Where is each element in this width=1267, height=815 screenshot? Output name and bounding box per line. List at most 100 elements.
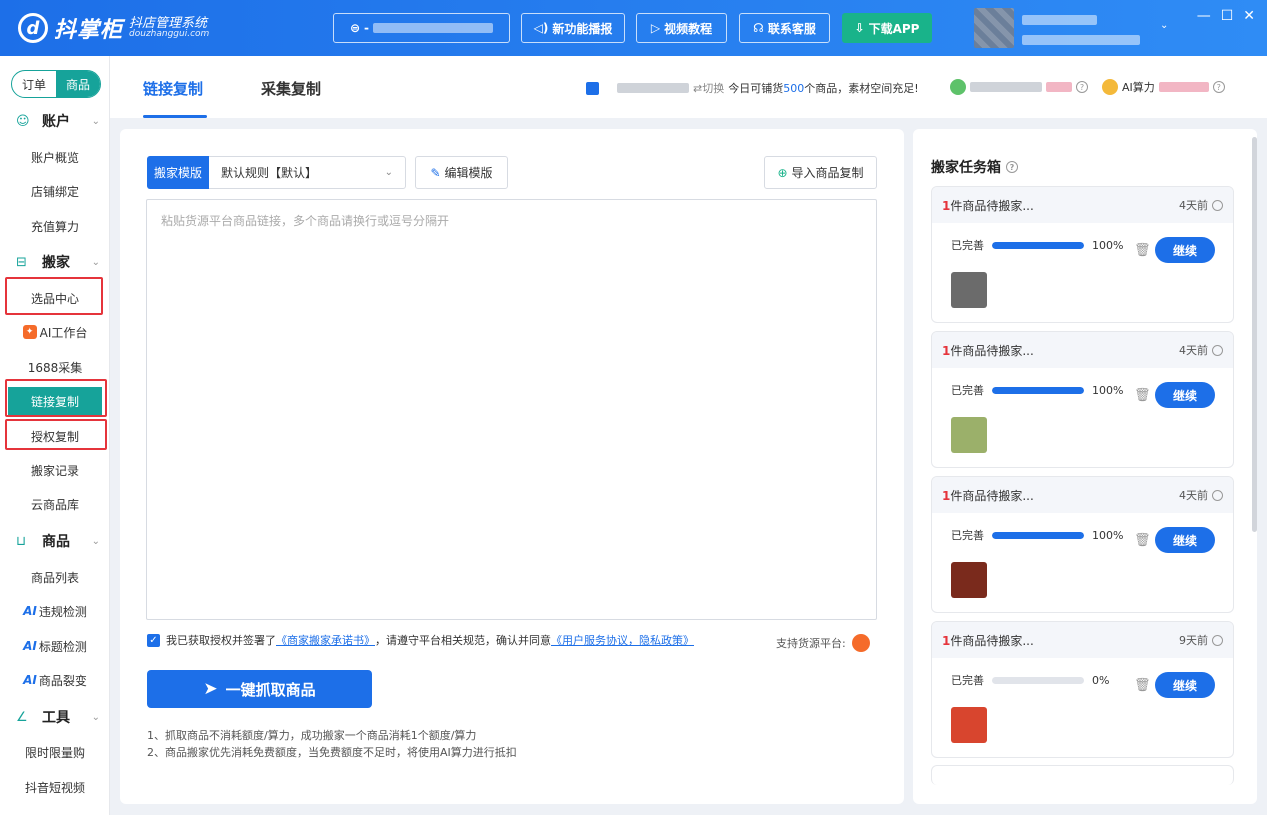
help-icon[interactable]: ? [1212, 81, 1225, 93]
sidebar-item-douyin-video[interactable]: 抖音短视频 [8, 773, 102, 801]
progress-bar [992, 241, 1084, 249]
merchant-promise-link[interactable]: 《商家搬家承诺书》 [276, 632, 375, 648]
product-links-input[interactable] [146, 199, 877, 620]
continue-button[interactable]: 继续 [1155, 672, 1215, 698]
sidebar-group-account[interactable]: ☺ 账户 ⌄ [0, 106, 110, 136]
shop-selector-button[interactable]: ⊜ - [333, 13, 510, 43]
chart-line-icon: ∠ [16, 709, 28, 725]
task-time-text: 9天前 [1179, 634, 1208, 647]
agreement-row: ✓ 我已获取授权并签署了 《商家搬家承诺书》 ，请遵守平台相关规范，确认并同意 … [147, 632, 694, 648]
sidebar-item-flash-sale[interactable]: 限时限量购 [8, 738, 102, 766]
order-product-switch: 订单 商品 [11, 70, 101, 98]
task-list-scrollbar[interactable] [1252, 137, 1257, 532]
task-text: 件商品待搬家... [950, 488, 1034, 503]
progress-fill [992, 241, 1084, 249]
sidebar-item-goods-list[interactable]: 商品列表 [8, 563, 102, 591]
trash-icon[interactable]: 🗑 [1134, 533, 1151, 548]
help-icon[interactable]: ? [1076, 81, 1088, 93]
user-menu-chevron-icon[interactable]: ⌄ [1160, 20, 1168, 31]
new-feature-button[interactable]: ◁) 新功能播报 [521, 13, 625, 43]
grab-products-button[interactable]: ➤ 一键抓取商品 [147, 670, 372, 708]
product-thumbnail[interactable] [951, 562, 987, 598]
sidebar-item-title-check[interactable]: AI 标题检测 [8, 632, 102, 660]
notice-suffix: 个商品，素材空间充足! [804, 82, 919, 95]
sidebar-group-move[interactable]: ⊟ 搬家 ⌄ [0, 247, 110, 277]
trash-icon[interactable]: 🗑 [1134, 243, 1151, 258]
agree-checkbox[interactable]: ✓ [147, 633, 160, 647]
task-card: 1件商品待搬家... 4天前 已完善 100% 🗑 继续 [931, 186, 1234, 323]
chevron-down-icon: ⌄ [91, 535, 100, 547]
tab-collect-copy[interactable]: 采集复制 [261, 78, 321, 99]
download-app-label: 下载APP [868, 21, 920, 36]
task-card: 1件商品待搬家... 9天前 已完善 0% 🗑 继续 [931, 621, 1234, 758]
edit-template-button[interactable]: ✎ 编辑模版 [415, 156, 508, 189]
sidebar-item-auth-copy[interactable]: 授权复制 [8, 422, 102, 450]
sidebar-item-violation-check[interactable]: AI 违规检测 [8, 597, 102, 625]
switch-link[interactable]: ⇄切换 [693, 80, 724, 96]
task-box-title: 搬家任务箱 ? [931, 157, 1018, 177]
top-bar: d 抖掌柜 抖店管理系统 douzhanggui.com ⊜ - ◁) 新功能播… [0, 0, 1267, 56]
contact-service-button[interactable]: ☊ 联系客服 [739, 13, 830, 43]
task-time-text: 4天前 [1179, 199, 1208, 212]
tab-link-copy[interactable]: 链接复制 [143, 78, 203, 99]
sidebar-item-link-copy[interactable]: 链接复制 [8, 387, 102, 415]
seg-product[interactable]: 商品 [56, 71, 100, 97]
send-icon: ➤ [203, 679, 218, 699]
service-agreement-link[interactable]: 《用户服务协议，隐私政策》 [551, 632, 694, 648]
task-box-title-text: 搬家任务箱 [931, 160, 1001, 176]
sidebar-item-ai-workbench[interactable]: ✦ AI工作台 [8, 318, 102, 346]
store-icon: ⊟ [16, 254, 27, 270]
template-label: 搬家模版 [147, 156, 209, 189]
task-time: 4天前 [1179, 487, 1223, 503]
product-thumbnail[interactable] [951, 707, 987, 743]
platform-1688-icon[interactable] [851, 634, 870, 652]
video-tutorial-button[interactable]: ▷ 视频教程 [636, 13, 727, 43]
sidebar-item-selection-center[interactable]: 选品中心 [8, 284, 102, 312]
import-copy-button[interactable]: ⊕ 导入商品复制 [764, 156, 877, 189]
task-header: 1件商品待搬家... 4天前 [932, 477, 1233, 513]
clock-icon [1212, 344, 1223, 356]
continue-button[interactable]: 继续 [1155, 382, 1215, 408]
close-icon[interactable]: ✕ [1243, 8, 1255, 24]
continue-button[interactable]: 继续 [1155, 237, 1215, 263]
seg-order[interactable]: 订单 [12, 71, 56, 97]
help-icon[interactable]: ? [1006, 161, 1018, 173]
trash-icon[interactable]: 🗑 [1134, 678, 1151, 693]
sidebar-item-shop-binding[interactable]: 店铺绑定 [8, 177, 102, 205]
avatar[interactable] [974, 8, 1014, 48]
ai-power-label: AI算力 [1122, 81, 1155, 94]
ai-power-info: AI算力 ? [1102, 79, 1225, 95]
sidebar-group-tools[interactable]: ∠ 工具 ⌄ [0, 702, 110, 732]
task-title: 1件商品待搬家... [942, 197, 1034, 214]
template-value: 默认规则【默认】 [221, 166, 318, 180]
sidebar-group-goods[interactable]: ⊔ 商品 ⌄ [0, 526, 110, 556]
task-percent: 100% [1092, 238, 1124, 252]
continue-button[interactable]: 继续 [1155, 527, 1215, 553]
shop-name-redacted [617, 83, 689, 93]
sidebar-item-account-overview[interactable]: 账户概览 [8, 143, 102, 171]
sidebar-item-cloud-library[interactable]: 云商品库 [8, 490, 102, 518]
product-thumbnail[interactable] [951, 417, 987, 453]
sidebar-item-goods-fission[interactable]: AI 商品裂变 [8, 666, 102, 694]
chevron-down-icon: ⌄ [91, 256, 100, 268]
new-feature-label: 新功能播报 [552, 21, 613, 36]
sidebar-item-move-records[interactable]: 搬家记录 [8, 456, 102, 484]
task-status: 已完善 [951, 384, 984, 397]
download-app-button[interactable]: ⇩ 下载APP [842, 13, 932, 43]
product-thumbnail[interactable] [951, 272, 987, 308]
contact-service-label: 联系客服 [767, 21, 816, 36]
minimize-icon[interactable]: — [1197, 8, 1211, 24]
progress-bar [992, 676, 1084, 684]
trash-icon[interactable]: 🗑 [1134, 388, 1151, 403]
maximize-icon[interactable]: ☐ [1221, 8, 1234, 24]
group-account-label: 账户 [42, 114, 70, 130]
user-info-redacted[interactable] [1022, 14, 1140, 48]
sidebar-item-recharge[interactable]: 充值算力 [8, 212, 102, 240]
sidebar-item-1688-collect[interactable]: 1688采集 [8, 353, 102, 381]
clock-icon [1212, 489, 1223, 501]
import-icon: ⊕ [777, 165, 788, 180]
coin-icon [950, 79, 966, 95]
template-select[interactable]: 默认规则【默认】 ⌄ [209, 156, 406, 189]
support-label: 支持货源平台: [776, 637, 846, 650]
import-copy-label: 导入商品复制 [791, 166, 864, 180]
